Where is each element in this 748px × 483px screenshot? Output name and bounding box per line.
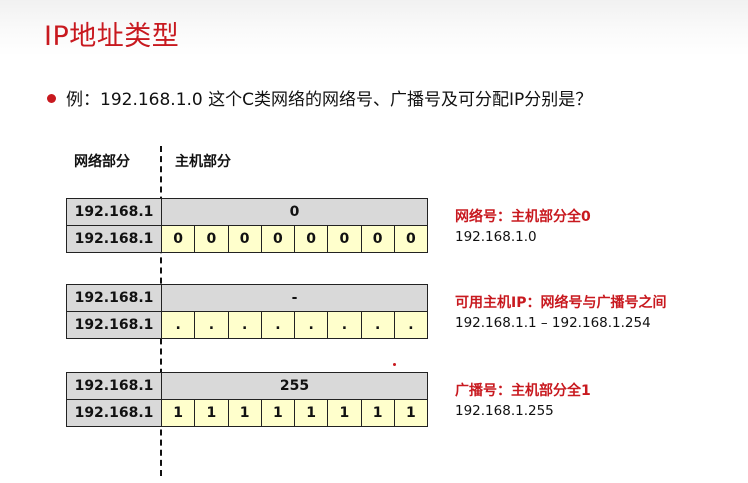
host-bit-cell: 1 [260, 399, 296, 427]
host-bit-cell: . [327, 311, 362, 339]
network-cell: 192.168.1 [66, 225, 162, 253]
host-bit-cell: . [227, 311, 262, 339]
network-address-label: 网络号：主机部分全0 [455, 209, 591, 225]
host-bit-cell: 0 [293, 225, 329, 253]
host-bit-cell: 1 [160, 399, 196, 427]
network-cell: 192.168.1 [66, 284, 162, 312]
host-bit-cell: 1 [327, 399, 362, 427]
host-value-cell: 255 [161, 372, 428, 400]
host-bit-cell: 1 [227, 399, 262, 427]
network-cell: 192.168.1 [66, 198, 162, 226]
host-bit-cell: 0 [160, 225, 196, 253]
broadcast-address-value: 192.168.1.255 [455, 403, 554, 419]
host-bit-cell: . [293, 311, 329, 339]
cursor-dot-icon [393, 363, 396, 366]
network-part-label: 网络部分 [74, 154, 130, 170]
usable-host-label: 可用主机IP：网络号与广播号之间 [455, 295, 667, 311]
usable-host-table: 192.168.1 - 192.168.1 . . . . . . . . [66, 284, 429, 339]
bullet-text: 例：192.168.1.0 这个C类网络的网络号、广播号及可分配IP分别是？ [66, 90, 593, 110]
broadcast-address-table: 192.168.1 255 192.168.1 1 1 1 1 1 1 1 1 [66, 372, 429, 427]
host-bit-cell: 0 [360, 225, 395, 253]
host-bit-cell: 0 [194, 225, 229, 253]
host-value-cell: - [161, 284, 428, 312]
network-cell: 192.168.1 [66, 311, 162, 339]
host-bit-cell: . [393, 311, 429, 339]
network-cell: 192.168.1 [66, 372, 162, 400]
network-address-table: 192.168.1 0 192.168.1 0 0 0 0 0 0 0 0 [66, 198, 429, 253]
host-bit-cell: 1 [360, 399, 395, 427]
host-bit-cell: . [260, 311, 296, 339]
host-bit-cell: 1 [393, 399, 429, 427]
host-bit-cell: 1 [293, 399, 329, 427]
slide-title: IP地址类型 [44, 21, 180, 52]
host-bit-cell: 1 [194, 399, 229, 427]
host-bit-cell: 0 [327, 225, 362, 253]
broadcast-address-label: 广播号：主机部分全1 [455, 383, 591, 399]
host-part-label: 主机部分 [175, 154, 231, 170]
usable-host-value: 192.168.1.1 – 192.168.1.254 [455, 315, 651, 331]
network-cell: 192.168.1 [66, 399, 162, 427]
host-value-cell: 0 [161, 198, 428, 226]
host-bit-cell: . [194, 311, 229, 339]
host-bit-cell: 0 [260, 225, 296, 253]
host-bit-cell: 0 [393, 225, 429, 253]
host-bit-cell: . [360, 311, 395, 339]
bullet-dot-icon [47, 94, 56, 103]
host-bit-cell: . [160, 311, 196, 339]
host-bit-cell: 0 [227, 225, 262, 253]
network-address-value: 192.168.1.0 [455, 229, 537, 245]
